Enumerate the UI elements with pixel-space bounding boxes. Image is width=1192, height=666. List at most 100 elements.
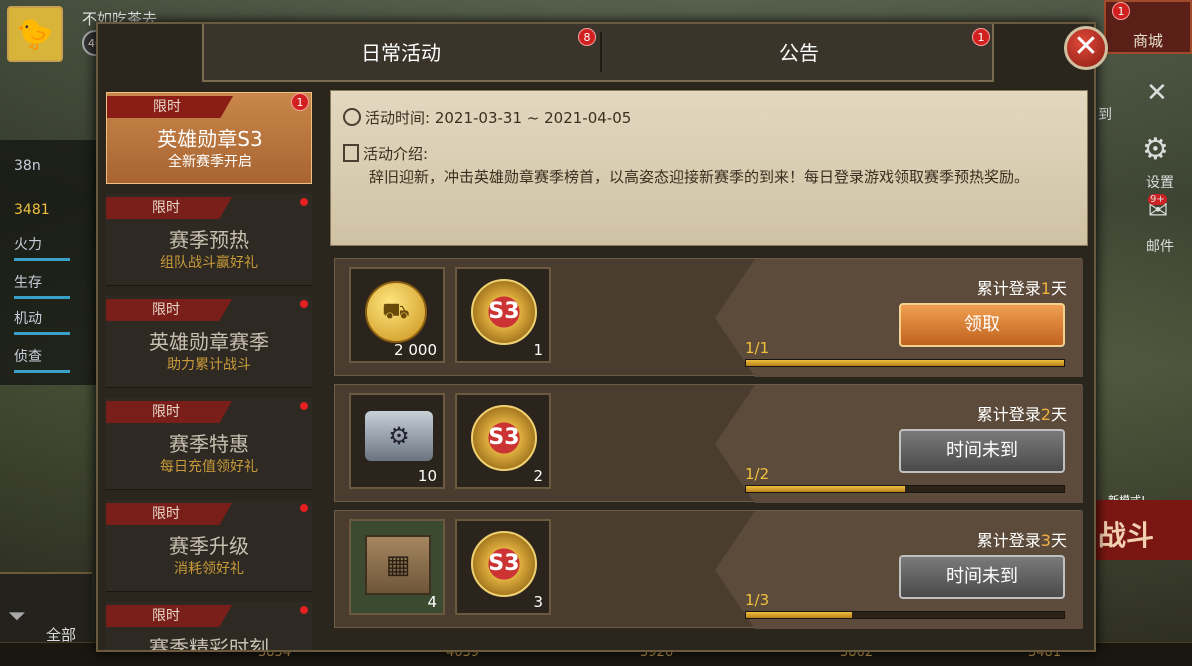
- gold-value: 3481: [14, 202, 50, 218]
- event-sidebar: 限时 英雄勋章S3 全新赛季开启 1 限时 赛季预热 组队战斗赢好礼 限时 英雄…: [106, 90, 312, 650]
- player-avatar[interactable]: 🐤: [7, 6, 63, 62]
- progress-text: 1/1: [745, 339, 770, 357]
- reward-item-medal[interactable]: S3 3: [455, 519, 551, 615]
- reward-item-medal[interactable]: S3 2: [455, 393, 551, 489]
- progress-fill: [746, 360, 1064, 366]
- not-yet-button[interactable]: 时间未到: [899, 555, 1065, 599]
- stat-mobility-bar: [14, 332, 70, 335]
- progress-bar: [745, 611, 1065, 619]
- mail-label: 邮件: [1146, 239, 1174, 255]
- battle-button[interactable]: 战斗: [1092, 500, 1192, 560]
- tab-bar: 日常活动 8 公告 1: [202, 24, 994, 82]
- event-time-value: 2021-03-31 ~ 2021-04-05: [434, 109, 632, 127]
- stat-survival: 生存: [14, 275, 42, 291]
- events-dialog: 日常活动 8 公告 1 ✕ 限时 英雄勋章S3 全新赛季开启 1 限时 赛季预热…: [96, 22, 1108, 652]
- reward-title: 累计登录3天: [977, 527, 1067, 551]
- sidebar-item-hero-medal-s3[interactable]: 限时 英雄勋章S3 全新赛季开启 1: [106, 92, 312, 184]
- stat-survival-bar: [14, 296, 70, 299]
- limited-tag: 限时: [106, 605, 232, 627]
- stat-recon: 侦查: [14, 349, 42, 365]
- clock-icon: [343, 108, 361, 126]
- tab-announcement[interactable]: 公告: [602, 36, 996, 70]
- reward-item-count: 2 000: [394, 341, 437, 359]
- progress-fill: [746, 612, 852, 618]
- reward-day-number: 3: [1040, 531, 1051, 550]
- sidebar-item-title: 英雄勋章S3: [157, 127, 263, 151]
- stat-mobility: 机动: [14, 311, 42, 327]
- sidebar-item-title: 赛季预热: [169, 228, 249, 252]
- filter-icon: ⏷: [8, 604, 26, 629]
- notification-dot: [300, 198, 308, 206]
- progress-fill: [746, 486, 905, 492]
- tank-part-icon: ⚙: [365, 411, 433, 461]
- shop-label: 商城: [1132, 32, 1163, 50]
- sidebar-item-subtitle: 消耗领好礼: [174, 561, 244, 577]
- sidebar-item-title: 赛季精彩时刻: [149, 636, 269, 650]
- event-info-panel: 活动时间: 2021-03-31 ~ 2021-04-05 活动介绍: 辞旧迎新…: [330, 90, 1088, 246]
- event-intro-row: 活动介绍:: [343, 143, 428, 164]
- sidebar-item-season-deal[interactable]: 限时 赛季特惠 每日充值领好礼: [106, 398, 312, 490]
- reward-item-count: 4: [427, 593, 437, 611]
- mail-badge: 9+: [1148, 194, 1167, 205]
- gold-coin-icon: ⛟: [365, 281, 427, 343]
- stat-firepower: 火力: [14, 237, 42, 253]
- reward-item-count: 2: [533, 467, 543, 485]
- s3-medal-icon: S3: [471, 531, 537, 597]
- sidebar-item-subtitle: 每日充值领好礼: [160, 459, 258, 475]
- gear-icon[interactable]: ⚙: [1142, 132, 1169, 167]
- sidebar-item-season-upgrade[interactable]: 限时 赛季升级 消耗领好礼: [106, 500, 312, 592]
- event-intro-text: 辞旧迎新，冲击英雄勋章赛季榜首，以高姿态迎接新赛季的到来！每日登录游戏领取赛季预…: [369, 168, 1030, 186]
- sidebar-item-title: 赛季升级: [169, 534, 249, 558]
- sidebar-item-badge: 1: [291, 93, 309, 111]
- sidebar-item-hero-medal-season[interactable]: 限时 英雄勋章赛季 助力累计战斗: [106, 296, 312, 388]
- s3-medal-icon: S3: [471, 279, 537, 345]
- reward-item-crate[interactable]: ▦ 4: [349, 519, 445, 615]
- reward-item-part[interactable]: ⚙ 10: [349, 393, 445, 489]
- tab-announcement-badge: 1: [972, 28, 990, 46]
- s3-medal-icon: S3: [471, 405, 537, 471]
- reward-day-number: 1: [1040, 279, 1051, 298]
- reward-title-pre: 累计登录: [976, 531, 1041, 550]
- reward-row-day2: ⚙ 10 S3 2 累计登录2天 时间未到 1/2: [334, 384, 1083, 503]
- not-yet-button[interactable]: 时间未到: [899, 429, 1065, 473]
- progress-bar: [745, 359, 1065, 367]
- sidebar-item-subtitle: 组队战斗赢好礼: [160, 255, 258, 271]
- sidebar-item-season-highlights[interactable]: 限时 赛季精彩时刻: [106, 602, 312, 650]
- limited-tag: 限时: [106, 299, 232, 321]
- limited-tag: 限时: [106, 197, 232, 219]
- reward-item-count: 1: [533, 341, 543, 359]
- reward-item-count: 10: [417, 467, 437, 485]
- notification-dot: [300, 606, 308, 614]
- tools-icon[interactable]: ✕: [1146, 78, 1168, 108]
- event-time-label: 活动时间:: [365, 109, 431, 127]
- stat-firepower-bar: [14, 258, 70, 261]
- document-icon: [343, 144, 359, 162]
- sidebar-item-season-warmup[interactable]: 限时 赛季预热 组队战斗赢好礼: [106, 194, 312, 286]
- reward-day-number: 2: [1040, 405, 1051, 424]
- sidebar-item-subtitle: 全新赛季开启: [168, 154, 252, 170]
- progress-text: 1/2: [745, 465, 770, 483]
- reward-item-medal[interactable]: S3 1: [455, 267, 551, 363]
- claim-button[interactable]: 领取: [899, 303, 1065, 347]
- reward-title-post: 天: [1050, 531, 1067, 550]
- reward-title-pre: 累计登录: [976, 279, 1041, 298]
- progress-bar: [745, 485, 1065, 493]
- sidebar-item-subtitle: 助力累计战斗: [167, 357, 251, 373]
- reward-row-day1: ⛟ 2 000 S3 1 累计登录1天 领取 1/1: [334, 258, 1083, 377]
- reward-title: 累计登录2天: [977, 401, 1067, 425]
- reward-item-count: 3: [533, 593, 543, 611]
- reward-title-pre: 累计登录: [976, 405, 1041, 424]
- sidebar-item-title: 英雄勋章赛季: [149, 330, 269, 354]
- close-icon[interactable]: ✕: [1064, 26, 1108, 70]
- notification-dot: [300, 300, 308, 308]
- rank-label: 到: [1098, 107, 1112, 123]
- tab-daily-events[interactable]: 日常活动: [204, 36, 598, 70]
- tank-stats-panel: 38n 3481 火力 生存 机动 侦查: [0, 140, 100, 385]
- reward-title-post: 天: [1050, 279, 1067, 298]
- limited-tag: 限时: [106, 503, 232, 525]
- filter-panel[interactable]: 全部 ⏷: [0, 572, 92, 652]
- reward-item-gold[interactable]: ⛟ 2 000: [349, 267, 445, 363]
- settings-label: 设置: [1146, 175, 1174, 191]
- limited-tag: 限时: [106, 401, 232, 423]
- reward-row-day3: ▦ 4 S3 3 累计登录3天 时间未到 1/3: [334, 510, 1083, 629]
